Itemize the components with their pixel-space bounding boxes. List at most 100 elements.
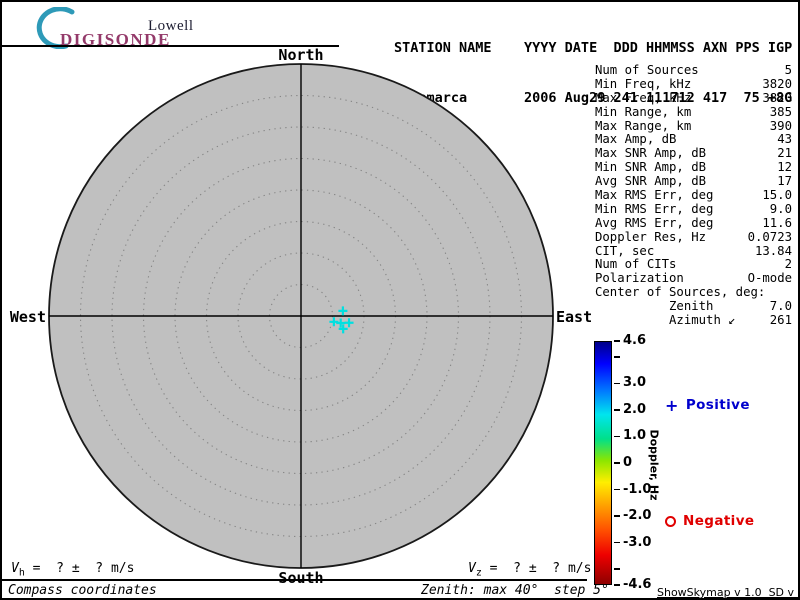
colorbar-tick-label: -2.0 [623, 508, 652, 524]
colorbar-tick [614, 382, 620, 385]
stat-label: Num of Sources [595, 63, 699, 77]
stat-row: CIT, sec 13.84 [595, 243, 792, 259]
stat-value: 11.6 [762, 215, 792, 230]
footer-divider [2, 579, 587, 581]
stat-value: 385 [769, 104, 792, 119]
stat-label: Doppler Res, Hz [595, 229, 707, 244]
colorbar-tick [614, 356, 620, 358]
stat-row: Max RMS Err, deg 15.0 [595, 188, 792, 203]
stat-row: Center of Sources, deg: [595, 285, 792, 300]
stat-row: Max Freq, kHz 3820 [595, 90, 792, 106]
legend-negative: Negative [665, 513, 754, 529]
stat-label: CIT, sec [595, 243, 655, 258]
stat-value: 390 [769, 118, 792, 133]
colorbar-tick-label: -4.6 [623, 577, 652, 592]
stat-label: Min SNR Amp, dB [595, 160, 707, 175]
doppler-colorbar [594, 341, 612, 585]
stat-row: Num of Sources 5 [595, 63, 792, 78]
stat-label: Min RMS Err, deg [595, 201, 714, 216]
zenith-ring [268, 283, 334, 349]
vh-value: = ? ± ? m/s [24, 561, 135, 576]
stat-row: Zenith 7.0 [595, 299, 792, 314]
colorbar-tick-label: 0 [623, 455, 633, 470]
stat-row: Min Range, km 385 [595, 104, 792, 120]
legend-positive: + Positive [665, 397, 750, 413]
stat-value: 43 [777, 132, 792, 147]
colorbar-tick [614, 435, 620, 438]
version-credit: ShowSkymap v 1.0 SD v 4.2 [657, 586, 800, 599]
stat-label: Center of Sources, deg: [595, 285, 766, 300]
colorbar-tick-label: 3.0 [623, 375, 647, 391]
colorbar-tick [614, 462, 620, 464]
vz-value: = ? ± ? m/s [481, 561, 592, 576]
compass-label-east: East [556, 308, 593, 326]
compass-label-north: North [278, 46, 324, 64]
stat-row: Min Freq, kHz 3820 [595, 76, 792, 92]
stat-row: Min RMS Err, deg 9.0 [595, 201, 792, 217]
stat-label: Max Amp, dB [595, 132, 677, 147]
logo-digisonde-text: DIGISONDE [60, 30, 171, 49]
source-marker [338, 324, 348, 334]
stat-label: Polarization [595, 271, 684, 286]
colorbar-tick [614, 568, 620, 570]
stat-row: Doppler Res, Hz 0.0723 [595, 229, 792, 245]
zenith-ring [111, 126, 491, 506]
stat-label: Avg SNR Amp, dB [595, 174, 707, 189]
vz-symbol: V [468, 561, 476, 576]
stat-label: Min Freq, kHz [595, 76, 692, 91]
source-marker [338, 306, 348, 316]
circle-marker-icon [665, 515, 676, 527]
legend-negative-label: Negative [683, 513, 755, 529]
stat-value: 9.0 [769, 201, 792, 216]
zenith-scale-note: Zenith: max 40° step 5° [421, 583, 609, 598]
skymap-disc [48, 63, 554, 569]
stat-value: 3820 [762, 76, 792, 91]
colorbar-tick [614, 584, 620, 586]
stat-value: 2 [784, 257, 792, 272]
compass-label-south: South [278, 569, 324, 587]
stat-label: Max SNR Amp, dB [595, 146, 707, 161]
zenith-ring [237, 252, 365, 380]
colorbar-title: Doppler, Hz [647, 429, 661, 501]
zenith-ring [174, 189, 428, 443]
stat-row: Max Amp, dB 43 [595, 133, 792, 147]
stat-label: Max Freq, kHz [595, 90, 692, 105]
stat-row: Max SNR Amp, dB 21 [595, 146, 792, 161]
stat-value: 13.84 [754, 243, 792, 258]
vh-symbol: V [11, 561, 19, 576]
colorbar-tick [614, 409, 620, 411]
stat-value: 21 [777, 146, 792, 161]
colorbar-tick-label: 2.0 [623, 401, 647, 417]
header-columns-row: STATION NAME YYYY DATE DDD HHMMSS AXN PP… [394, 40, 793, 56]
stat-row: Max Range, km 390 [595, 118, 792, 134]
vz-readout: Vz = ? ± ? m/s [468, 561, 591, 579]
plus-marker-icon: + [665, 395, 679, 415]
stat-value: 261 [769, 313, 792, 328]
stat-value: 0.0723 [747, 229, 792, 244]
stat-value: 15.0 [762, 188, 792, 203]
source-marker [344, 318, 354, 328]
coordinates-note: Compass coordinates [8, 583, 157, 598]
colorbar-tick-label: 1.0 [623, 428, 647, 444]
zenith-ring [142, 157, 460, 475]
stat-label: Avg RMS Err, deg [595, 215, 714, 230]
stat-row: Azimuth ↙ 261 [595, 313, 792, 328]
zenith-ring [205, 220, 397, 412]
stat-row: Polarization O-mode [595, 271, 792, 286]
stat-value: 17 [777, 174, 792, 189]
colorbar-tick [614, 515, 620, 517]
stat-label: Max Range, km [595, 118, 692, 133]
stat-row: Avg RMS Err, deg 11.6 [595, 215, 792, 231]
stat-value: O-mode [747, 271, 792, 286]
showskymap-window: Lowell DIGISONDE STATION NAME YYYY DATE … [0, 0, 800, 600]
stat-value: 12 [777, 160, 792, 175]
colorbar-tick [614, 488, 620, 491]
stat-label: Num of CITs [595, 257, 677, 272]
colorbar-tick-label: 4.6 [623, 333, 647, 348]
stat-row: Num of CITs 2 [595, 258, 792, 272]
colorbar-tick-label: -3.0 [623, 534, 652, 550]
zenith-ring [79, 94, 523, 538]
stat-label: Min Range, km [595, 104, 692, 119]
stat-value: 3820 [762, 90, 792, 105]
source-marker [336, 318, 346, 328]
